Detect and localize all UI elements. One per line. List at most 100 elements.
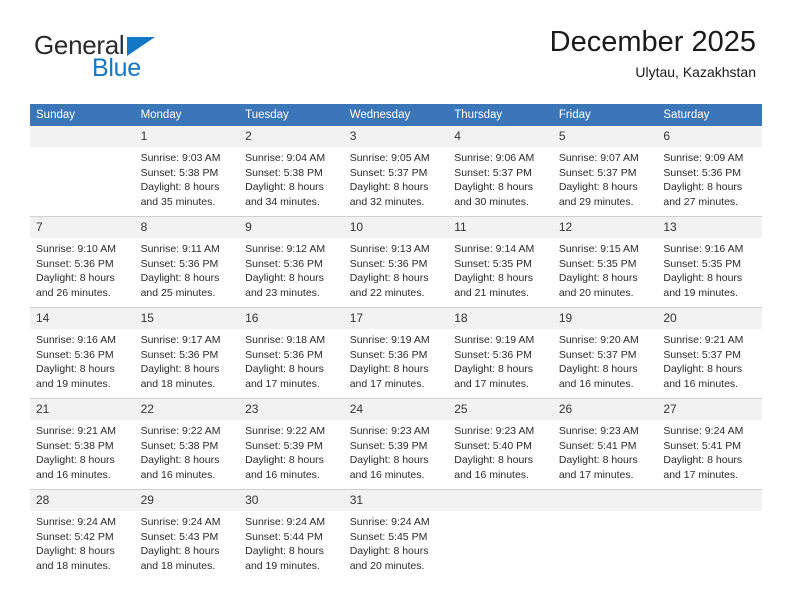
calendar-day-cell[interactable]: 5 Sunrise: 9:07 AM Sunset: 5:37 PM Daylight… <box>552 126 658 217</box>
calendar-day-cell[interactable]: 13 Sunrise: 9:16 AM Sunset: 5:35 PM Dayligh… <box>657 216 762 308</box>
calendar-day-cell[interactable]: 26 Sunrise: 9:23 AM Sunset: 5:41 PM Dayligh… <box>552 398 658 490</box>
sunset-time: Sunset: 5:37 PM <box>558 166 637 179</box>
calendar-page: General Blue December 2025 Ulytau, Kazak… <box>0 0 792 612</box>
daylight-duration-line2: and 16 minutes. <box>245 468 320 481</box>
sunrise-time: Sunrise: 9:22 AM <box>245 425 326 437</box>
daylight-duration-line1: Daylight: 8 hours <box>558 181 638 194</box>
calendar-day-cell[interactable]: 20 Sunrise: 9:21 AM Sunset: 5:37 PM Dayligh… <box>657 307 762 399</box>
sunrise-time: Sunrise: 9:24 AM <box>245 516 326 528</box>
calendar-day-cell[interactable]: 28 Sunrise: 9:24 AM Sunset: 5:42 PM Dayligh… <box>30 489 135 580</box>
weekday-header-thursday: Thursday <box>448 104 553 126</box>
day-sun-info: Sunrise: 9:16 AM Sunset: 5:35 PM Daylight:… <box>657 238 762 300</box>
daylight-duration-line2: and 25 minutes. <box>140 286 216 299</box>
daylight-duration-line1: Daylight: 8 hours <box>454 454 534 467</box>
calendar-day-cell[interactable]: 4 Sunrise: 9:06 AM Sunset: 5:37 PM Daylight… <box>448 126 553 217</box>
day-number <box>552 490 658 511</box>
day-sun-info: Sunrise: 9:21 AM Sunset: 5:38 PM Daylight:… <box>30 420 135 482</box>
sunset-time: Sunset: 5:37 PM <box>349 166 428 179</box>
daylight-duration-line2: and 21 minutes. <box>454 286 529 299</box>
calendar-day-cell[interactable]: 2 Sunrise: 9:04 AM Sunset: 5:38 PM Daylight… <box>239 126 344 217</box>
sunset-time: Sunset: 5:41 PM <box>663 439 742 452</box>
calendar-day-cell[interactable]: 18 Sunrise: 9:19 AM Sunset: 5:36 PM Dayligh… <box>448 307 553 399</box>
sunrise-time: Sunrise: 9:24 AM <box>140 516 221 528</box>
sunrise-time: Sunrise: 9:20 AM <box>558 334 639 346</box>
daylight-duration-line1: Daylight: 8 hours <box>36 454 115 467</box>
daylight-duration-line2: and 17 minutes. <box>349 377 425 390</box>
sunset-time: Sunset: 5:40 PM <box>454 439 532 452</box>
calendar-day-cell[interactable]: 6 Sunrise: 9:09 AM Sunset: 5:36 PM Daylight… <box>657 126 762 217</box>
calendar-day-cell[interactable]: 3 Sunrise: 9:05 AM Sunset: 5:37 PM Daylight… <box>343 126 449 217</box>
day-number: 3 <box>343 126 449 147</box>
daylight-duration-line2: and 27 minutes. <box>663 195 739 208</box>
calendar-day-cell[interactable]: 10 Sunrise: 9:13 AM Sunset: 5:36 PM Dayligh… <box>343 216 449 308</box>
daylight-duration-line2: and 20 minutes. <box>349 559 425 572</box>
calendar-day-cell[interactable]: 23 Sunrise: 9:22 AM Sunset: 5:39 PM Dayligh… <box>239 398 344 490</box>
calendar-day-cell[interactable]: 16 Sunrise: 9:18 AM Sunset: 5:36 PM Dayligh… <box>239 307 344 399</box>
day-number: 27 <box>657 399 762 420</box>
sunrise-time: Sunrise: 9:13 AM <box>349 243 430 255</box>
sunrise-time: Sunrise: 9:21 AM <box>663 334 744 346</box>
day-number: 21 <box>30 399 135 420</box>
sunrise-time: Sunrise: 9:24 AM <box>663 425 744 437</box>
daylight-duration-line1: Daylight: 8 hours <box>349 454 429 467</box>
sunset-time: Sunset: 5:36 PM <box>140 257 219 270</box>
weekday-header-sunday: Sunday <box>30 104 135 126</box>
calendar-day-cell[interactable]: 30 Sunrise: 9:24 AM Sunset: 5:44 PM Dayligh… <box>239 489 344 580</box>
daylight-duration-line2: and 23 minutes. <box>245 286 320 299</box>
sunrise-time: Sunrise: 9:15 AM <box>558 243 639 255</box>
calendar-day-cell[interactable]: 12 Sunrise: 9:15 AM Sunset: 5:35 PM Dayligh… <box>552 216 658 308</box>
daylight-duration-line2: and 32 minutes. <box>349 195 425 208</box>
calendar-day-cell[interactable]: 19 Sunrise: 9:20 AM Sunset: 5:37 PM Dayligh… <box>552 307 658 399</box>
sunset-time: Sunset: 5:36 PM <box>245 257 323 270</box>
location-subtitle: Ulytau, Kazakhstan <box>635 64 756 81</box>
daylight-duration-line2: and 18 minutes. <box>140 377 216 390</box>
calendar-day-cell[interactable]: 1 Sunrise: 9:03 AM Sunset: 5:38 PM Daylight… <box>134 126 240 217</box>
sunset-time: Sunset: 5:39 PM <box>245 439 323 452</box>
daylight-duration-line1: Daylight: 8 hours <box>663 363 743 376</box>
calendar-day-cell[interactable]: 11 Sunrise: 9:14 AM Sunset: 5:35 PM Dayligh… <box>448 216 553 308</box>
daylight-duration-line1: Daylight: 8 hours <box>140 545 220 558</box>
day-sun-info: Sunrise: 9:05 AM Sunset: 5:37 PM Daylight:… <box>344 147 449 209</box>
daylight-duration-line2: and 16 minutes. <box>36 468 111 481</box>
day-number: 7 <box>30 217 135 238</box>
day-sun-info: Sunrise: 9:04 AM Sunset: 5:38 PM Daylight:… <box>239 147 344 209</box>
calendar-day-cell[interactable]: 24 Sunrise: 9:23 AM Sunset: 5:39 PM Dayligh… <box>343 398 449 490</box>
calendar-day-cell[interactable]: 21 Sunrise: 9:21 AM Sunset: 5:38 PM Dayligh… <box>30 398 135 490</box>
sunset-time: Sunset: 5:36 PM <box>140 348 219 361</box>
day-sun-info: Sunrise: 9:06 AM Sunset: 5:37 PM Daylight:… <box>448 147 553 209</box>
day-number: 31 <box>343 490 449 511</box>
daylight-duration-line2: and 18 minutes. <box>140 559 216 572</box>
day-number: 14 <box>30 308 135 329</box>
sunrise-time: Sunrise: 9:06 AM <box>454 152 535 164</box>
calendar-day-cell[interactable]: 17 Sunrise: 9:19 AM Sunset: 5:36 PM Dayligh… <box>343 307 449 399</box>
sunrise-time: Sunrise: 9:12 AM <box>245 243 326 255</box>
calendar-day-cell[interactable]: 22 Sunrise: 9:22 AM Sunset: 5:38 PM Dayligh… <box>134 398 240 490</box>
calendar-day-cell[interactable]: 15 Sunrise: 9:17 AM Sunset: 5:36 PM Dayligh… <box>134 307 240 399</box>
sunset-time: Sunset: 5:36 PM <box>663 166 742 179</box>
daylight-duration-line1: Daylight: 8 hours <box>663 454 743 467</box>
calendar-day-cell[interactable]: 29 Sunrise: 9:24 AM Sunset: 5:43 PM Dayligh… <box>134 489 240 580</box>
calendar-day-cell[interactable]: 27 Sunrise: 9:24 AM Sunset: 5:41 PM Dayligh… <box>657 398 762 490</box>
calendar-day-cell[interactable]: 25 Sunrise: 9:23 AM Sunset: 5:40 PM Dayligh… <box>448 398 553 490</box>
calendar-day-cell[interactable]: 14 Sunrise: 9:16 AM Sunset: 5:36 PM Dayligh… <box>30 307 135 399</box>
sunset-time: Sunset: 5:45 PM <box>349 530 428 543</box>
day-sun-info: Sunrise: 9:19 AM Sunset: 5:36 PM Daylight:… <box>448 329 553 391</box>
daylight-duration-line1: Daylight: 8 hours <box>349 545 429 558</box>
daylight-duration-line2: and 17 minutes. <box>663 468 739 481</box>
daylight-duration-line2: and 16 minutes. <box>663 377 739 390</box>
page-title: December 2025 <box>549 26 756 58</box>
day-number: 9 <box>239 217 344 238</box>
calendar-day-cell[interactable]: 31 Sunrise: 9:24 AM Sunset: 5:45 PM Dayligh… <box>343 489 449 580</box>
day-sun-info: Sunrise: 9:09 AM Sunset: 5:36 PM Daylight:… <box>657 147 762 209</box>
calendar-day-cell[interactable]: 7 Sunrise: 9:10 AM Sunset: 5:36 PM Daylight… <box>30 216 135 308</box>
calendar-day-cell[interactable]: 9 Sunrise: 9:12 AM Sunset: 5:36 PM Daylight… <box>239 216 344 308</box>
generalblue-logo[interactable]: General Blue <box>34 30 224 82</box>
day-number <box>448 490 553 511</box>
calendar-day-cell-empty <box>657 489 762 580</box>
calendar-day-cell[interactable]: 8 Sunrise: 9:11 AM Sunset: 5:36 PM Daylight… <box>134 216 240 308</box>
sunset-time: Sunset: 5:36 PM <box>36 348 114 361</box>
daylight-duration-line2: and 17 minutes. <box>454 377 529 390</box>
day-sun-info: Sunrise: 9:15 AM Sunset: 5:35 PM Daylight:… <box>553 238 658 300</box>
day-sun-info: Sunrise: 9:22 AM Sunset: 5:38 PM Daylight:… <box>135 420 240 482</box>
day-sun-info: Sunrise: 9:03 AM Sunset: 5:38 PM Daylight:… <box>135 147 240 209</box>
